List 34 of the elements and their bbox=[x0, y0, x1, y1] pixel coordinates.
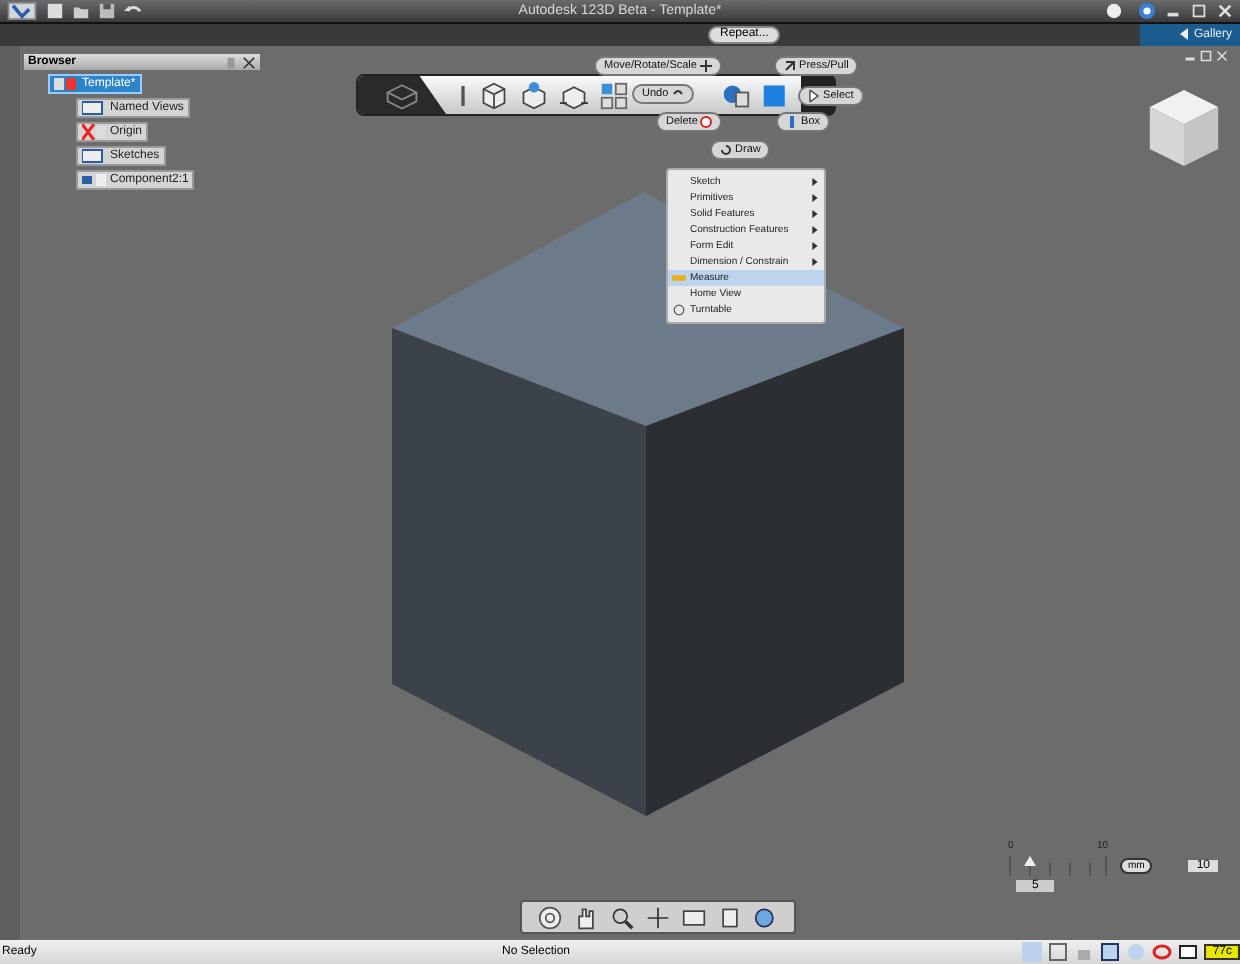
turntable-icon bbox=[672, 304, 686, 316]
hidden-folder-icon bbox=[82, 124, 106, 140]
save-icon[interactable] bbox=[98, 2, 116, 20]
restore-icon[interactable] bbox=[1200, 50, 1212, 62]
rotate-icon bbox=[720, 143, 732, 156]
caret-icon bbox=[1178, 28, 1191, 41]
component-icon bbox=[82, 172, 106, 188]
display-icon[interactable] bbox=[1178, 942, 1199, 962]
delete-icon bbox=[700, 115, 713, 128]
arrow-icon bbox=[784, 59, 796, 72]
folder-icon bbox=[82, 100, 106, 116]
folder-icon bbox=[82, 148, 106, 164]
help-icon[interactable] bbox=[1138, 2, 1156, 20]
scale-ruler bbox=[1008, 856, 1108, 876]
view-cube-icon[interactable] bbox=[1146, 86, 1222, 170]
zoom-icon[interactable] bbox=[610, 905, 634, 929]
pencil-icon[interactable] bbox=[458, 81, 468, 109]
component-icon bbox=[54, 76, 78, 92]
undo-icon bbox=[671, 87, 684, 100]
new-file-icon[interactable] bbox=[46, 2, 64, 20]
close-icon[interactable] bbox=[242, 55, 256, 69]
pointer-icon bbox=[808, 89, 820, 102]
ruler-icon bbox=[672, 272, 686, 284]
hand-icon[interactable] bbox=[574, 905, 598, 929]
globe-icon[interactable] bbox=[754, 905, 778, 929]
cube-outline-icon[interactable] bbox=[384, 81, 420, 109]
window-icon[interactable] bbox=[1048, 942, 1069, 962]
orbit-icon[interactable] bbox=[538, 905, 562, 929]
move-icon bbox=[700, 59, 712, 72]
app-menu-icon[interactable] bbox=[6, 2, 38, 20]
maximize-icon[interactable] bbox=[1190, 2, 1208, 20]
ring-icon[interactable] bbox=[1152, 942, 1173, 962]
sphere-icon[interactable] bbox=[722, 81, 750, 109]
display-icon[interactable] bbox=[682, 905, 706, 929]
